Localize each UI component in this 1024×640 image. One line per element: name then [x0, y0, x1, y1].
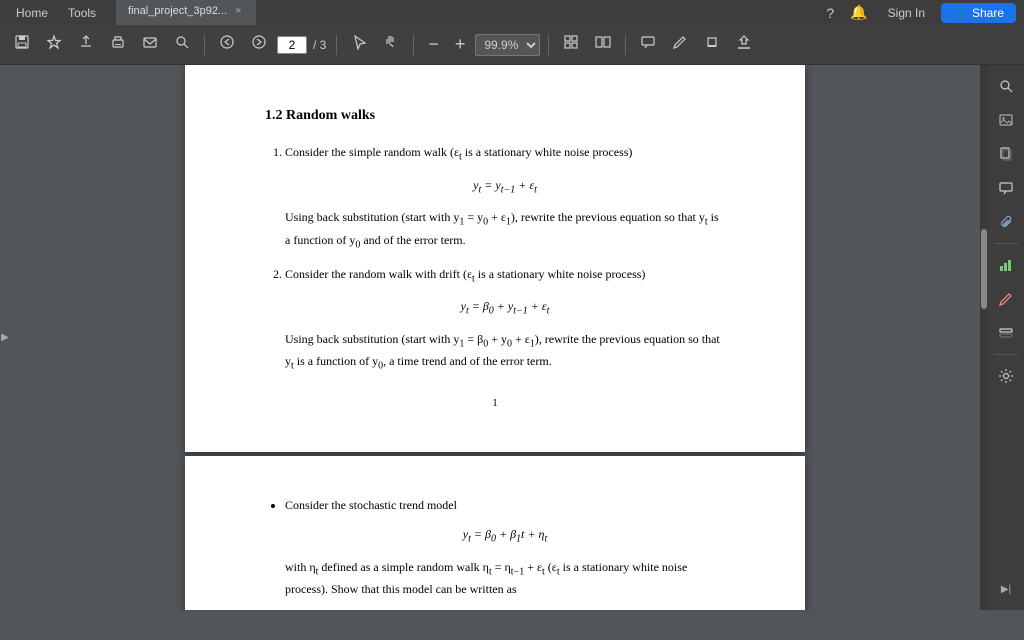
zoom-in-icon: +: [455, 34, 466, 55]
stamp-icon: [736, 34, 752, 55]
problem-item-2: Consider the random walk with drift (εt …: [285, 265, 725, 375]
main-content: ▶ 1.2 Random walks Consider the simple r…: [0, 65, 1024, 610]
zoom-out-icon: −: [428, 34, 439, 55]
sidebar-expand-button[interactable]: ▶|: [991, 574, 1021, 604]
navigate-prev-button[interactable]: [213, 30, 241, 59]
zoom-in-button[interactable]: +: [449, 30, 472, 59]
right-expand-icon: ▶|: [1001, 584, 1011, 595]
scrollbar[interactable]: [980, 65, 988, 610]
section-heading: 1.2 Random walks: [265, 105, 725, 127]
problem-list-2: Consider the stochastic trend model yt =…: [265, 496, 725, 610]
left-collapse-arrow: ▶: [1, 332, 9, 343]
toolbar-separator-3: [413, 35, 414, 55]
toolbar-separator-1: [204, 35, 205, 55]
sidebar-image-button[interactable]: [991, 105, 1021, 135]
search-icon: [174, 34, 190, 55]
fit-page-button[interactable]: [557, 30, 585, 59]
sidebar-pen-button[interactable]: [991, 284, 1021, 314]
pen-icon: [672, 34, 688, 55]
share-label: Share: [972, 6, 1004, 20]
document-tab[interactable]: final_project_3p92... ×: [116, 0, 256, 25]
toolbar-separator-2: [336, 35, 337, 55]
spread-icon: [595, 34, 611, 55]
search-button[interactable]: [168, 30, 196, 59]
upload-button[interactable]: [72, 30, 100, 59]
sidebar-forms-button[interactable]: [991, 318, 1021, 348]
problem-bullet-1: Consider the stochastic trend model yt =…: [285, 496, 725, 610]
problem-list: Consider the simple random walk (εt is a…: [265, 143, 725, 374]
toolbar-separator-4: [548, 35, 549, 55]
save-button[interactable]: [8, 30, 36, 59]
sidebar-settings-button[interactable]: [991, 361, 1021, 391]
problem-item-1: Consider the simple random walk (εt is a…: [285, 143, 725, 253]
tools-nav-button[interactable]: Tools: [60, 4, 104, 22]
upload-icon: [78, 34, 94, 55]
fit-page-icon: [563, 34, 579, 55]
page-separator: / 3: [311, 38, 328, 52]
cursor-icon: [351, 34, 367, 55]
bell-icon: 🔔: [850, 4, 867, 20]
prev-page-icon: [219, 34, 235, 55]
top-right-actions: ? 🔔 Sign In 👤 Share: [822, 2, 1016, 23]
print-button[interactable]: [104, 30, 132, 59]
star-icon: [46, 34, 62, 55]
zoom-out-button[interactable]: −: [422, 30, 445, 59]
left-panel-toggle[interactable]: ▶: [0, 65, 10, 610]
email-icon: [142, 34, 158, 55]
navigate-next-button[interactable]: [245, 30, 273, 59]
top-navigation: Home Tools final_project_3p92... × ? 🔔 S…: [0, 0, 1024, 25]
sidebar-zoom-button[interactable]: [991, 71, 1021, 101]
signin-button[interactable]: Sign In: [880, 4, 933, 22]
sidebar-comment-button[interactable]: [991, 173, 1021, 203]
share-button[interactable]: 👤 Share: [941, 3, 1016, 23]
toolbar-separator-5: [625, 35, 626, 55]
share-icon: 👤: [953, 6, 968, 20]
pdf-viewer-area[interactable]: 1.2 Random walks Consider the simple ran…: [10, 65, 980, 610]
equation-3: yt = β0 + β1t + ηt: [285, 525, 725, 547]
save-icon: [14, 34, 30, 55]
equation-2: yt = β0 + yt−1 + εt: [285, 297, 725, 319]
comment-icon: [640, 34, 656, 55]
page-number-1: 1: [265, 395, 725, 413]
tab-close-button[interactable]: ×: [233, 5, 243, 17]
equation-4: yt = β1 + yt − 1 + εt: [285, 609, 725, 610]
pdf-page-1: 1.2 Random walks Consider the simple ran…: [185, 65, 805, 452]
sidebar-separator-2: [994, 354, 1018, 355]
sidebar-separator-1: [994, 243, 1018, 244]
tab-filename: final_project_3p92...: [128, 5, 227, 17]
spread-view-button[interactable]: [589, 30, 617, 59]
zoom-select[interactable]: 99.9% 75% 100% 125% 150%: [475, 34, 540, 56]
cursor-tool-button[interactable]: [345, 30, 373, 59]
next-page-icon: [251, 34, 267, 55]
sidebar-data-button[interactable]: [991, 250, 1021, 280]
sidebar-pages-button[interactable]: [991, 139, 1021, 169]
print-icon: [110, 34, 126, 55]
pen-button[interactable]: [666, 30, 694, 59]
email-button[interactable]: [136, 30, 164, 59]
bookmark-button[interactable]: [40, 30, 68, 59]
stamp-button[interactable]: [730, 30, 758, 59]
help-icon: ?: [826, 5, 834, 21]
pan-tool-button[interactable]: [377, 30, 405, 59]
equation-1: yt = yt−1 + εt: [285, 176, 725, 198]
pdf-page-2: Consider the stochastic trend model yt =…: [185, 456, 805, 610]
sidebar-attach-button[interactable]: [991, 207, 1021, 237]
page-number-input[interactable]: [277, 36, 307, 54]
highlight-icon: [704, 34, 720, 55]
help-button[interactable]: ?: [822, 3, 838, 23]
home-nav-button[interactable]: Home: [8, 4, 56, 22]
right-sidebar: ▶|: [988, 65, 1024, 610]
pdf-toolbar: / 3 − + 99.9% 75% 100% 125% 150%: [0, 25, 1024, 65]
pan-icon: [383, 34, 399, 55]
highlight-button[interactable]: [698, 30, 726, 59]
comment-button[interactable]: [634, 30, 662, 59]
scrollbar-thumb[interactable]: [981, 229, 987, 309]
notifications-button[interactable]: 🔔: [846, 2, 871, 23]
